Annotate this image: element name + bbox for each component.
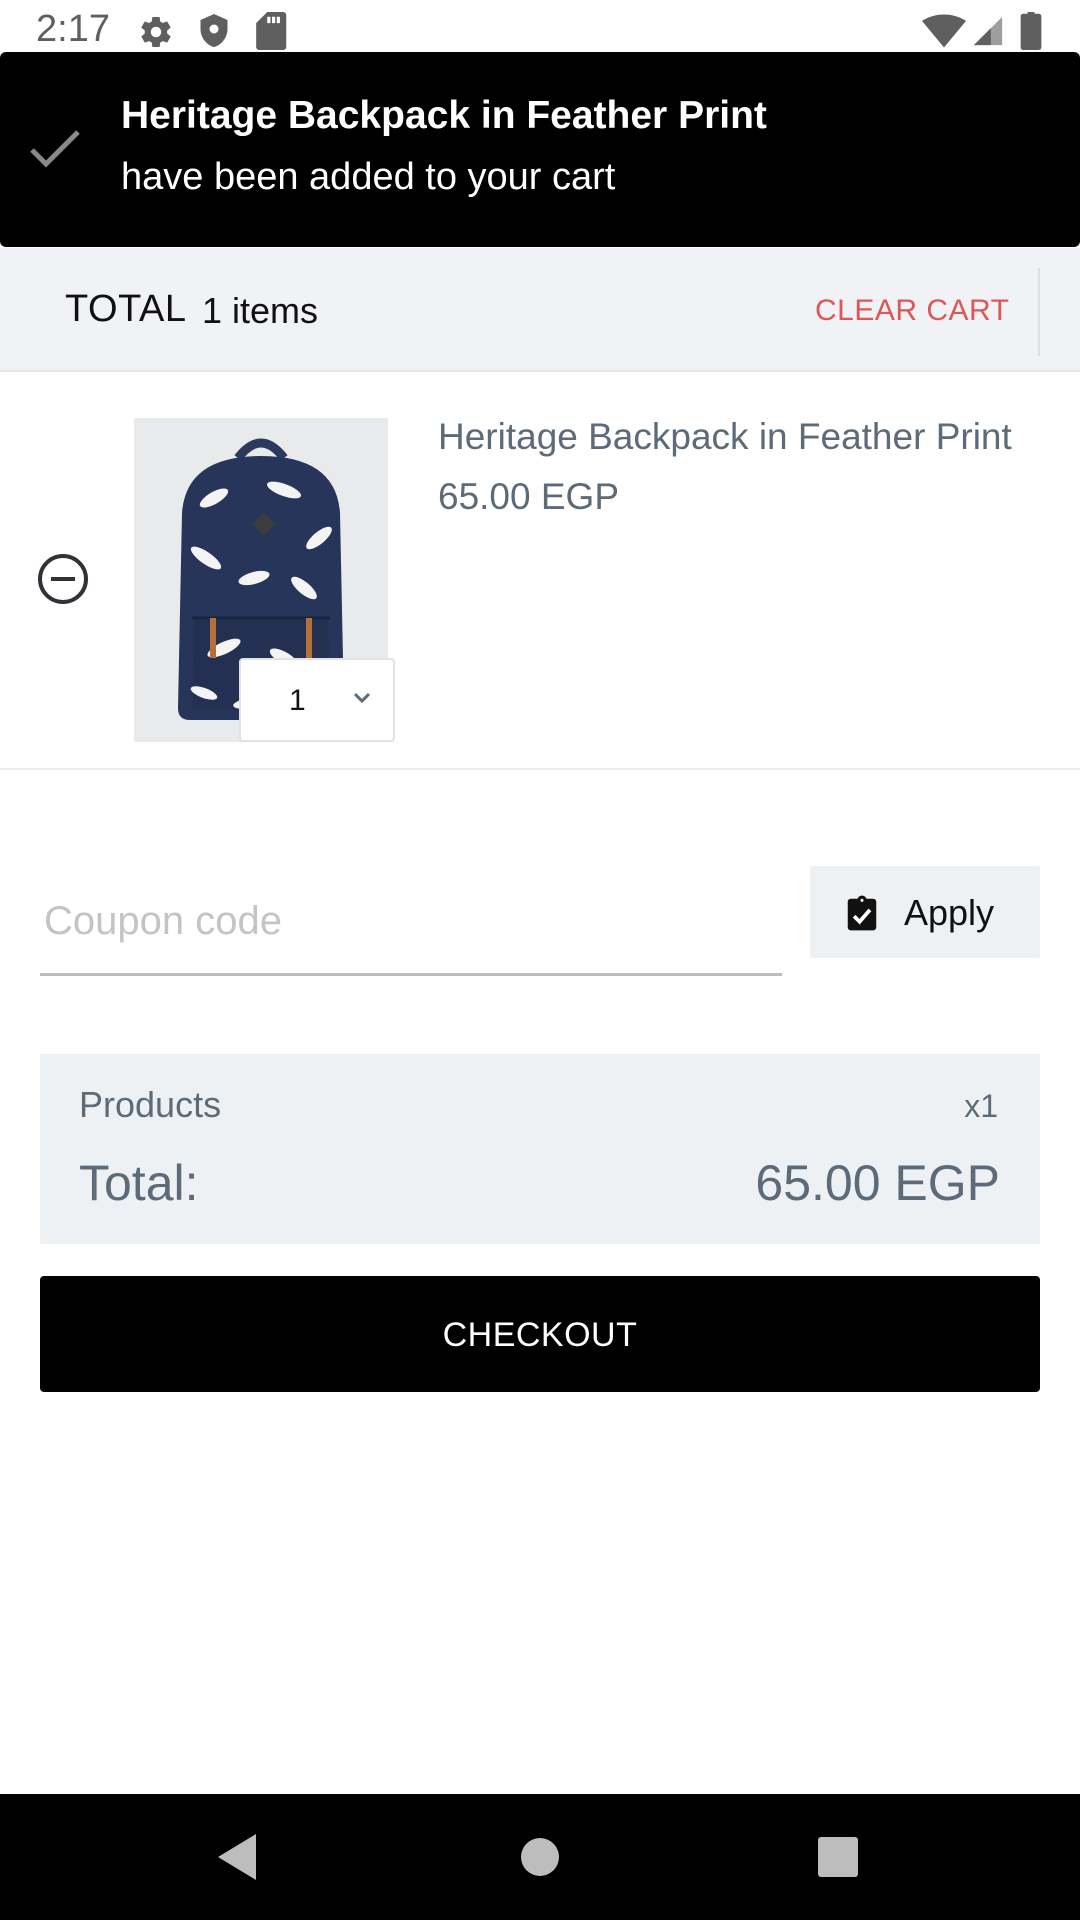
checkout-button[interactable]: CHECKOUT — [40, 1276, 1040, 1392]
quantity-value: 1 — [289, 684, 306, 717]
clipboard-check-icon — [847, 895, 877, 931]
apply-label: Apply — [904, 892, 995, 933]
status-time: 2:17 — [36, 8, 110, 50]
total-amount-value: 65.00 EGP — [755, 1155, 1000, 1211]
cart-screen: 2:17 Heritage Backpack in Feather Print … — [0, 0, 1080, 1920]
chevron-down-icon — [353, 692, 371, 704]
recents-icon[interactable] — [803, 1824, 873, 1890]
checkout-label: CHECKOUT — [442, 1316, 638, 1354]
signal-icon — [973, 16, 1003, 46]
wifi-icon — [922, 14, 966, 48]
battery-icon — [1020, 12, 1042, 50]
total-amount-label: Total: — [79, 1155, 199, 1211]
added-to-cart-toast: Heritage Backpack in Feather Print have … — [0, 52, 1080, 247]
sd-card-icon — [256, 12, 287, 50]
shield-icon — [200, 14, 228, 47]
settings-icon — [141, 17, 171, 48]
order-summary: Products x1 Total: 65.00 EGP — [40, 1054, 1040, 1244]
quantity-select[interactable]: 1 — [239, 658, 395, 742]
home-icon[interactable] — [505, 1824, 575, 1890]
cart-total-header: TOTAL 1 items CLEAR CART — [0, 248, 1080, 372]
status-bar: 2:17 — [0, 0, 1080, 60]
apply-coupon-button[interactable]: Apply — [810, 866, 1040, 958]
products-label: Products — [79, 1084, 222, 1125]
system-navigation-bar — [0, 1794, 1080, 1920]
item-count: 1 items — [202, 290, 319, 331]
clear-cart-button[interactable]: CLEAR CART — [790, 268, 1040, 356]
products-count: x1 — [964, 1088, 998, 1124]
remove-item-icon[interactable] — [36, 552, 90, 606]
total-label: TOTAL — [65, 288, 187, 330]
clear-cart-label: CLEAR CART — [815, 294, 1010, 327]
product-name[interactable]: Heritage Backpack in Feather Print — [438, 416, 1012, 458]
back-icon[interactable] — [202, 1824, 272, 1890]
coupon-code-input[interactable] — [40, 870, 782, 976]
toast-message: have been added to your cart — [121, 156, 616, 198]
toast-title: Heritage Backpack in Feather Print — [121, 94, 767, 137]
product-price: 65.00 EGP — [438, 476, 620, 517]
cart-item: 1 Heritage Backpack in Feather Print 65.… — [0, 374, 1080, 770]
checkmark-icon — [30, 130, 80, 168]
